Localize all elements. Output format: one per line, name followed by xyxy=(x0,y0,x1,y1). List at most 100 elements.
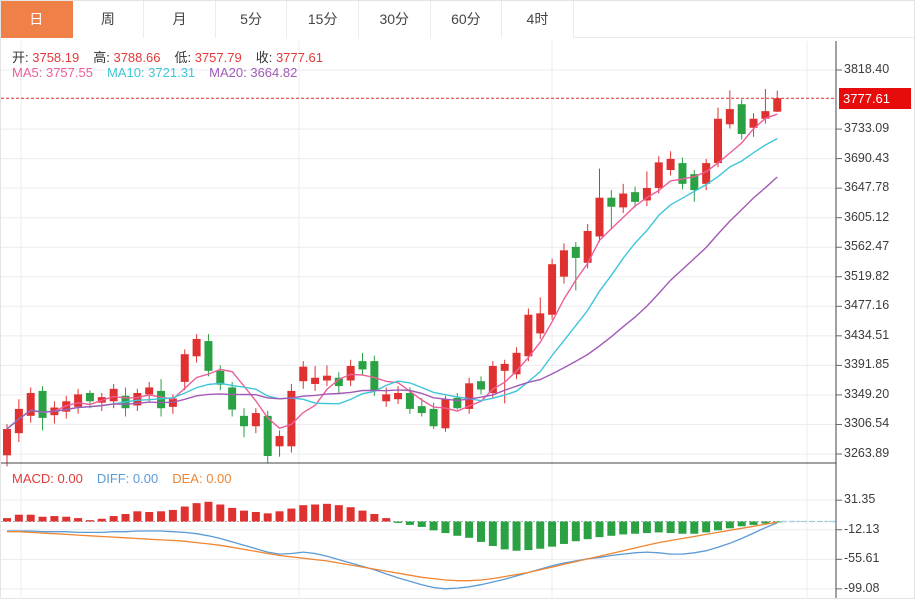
chart-canvas[interactable] xyxy=(1,38,915,599)
macd-bar xyxy=(145,512,153,522)
macd-bar xyxy=(204,502,212,522)
candle xyxy=(74,389,82,414)
macd-bar xyxy=(584,522,592,540)
candle xyxy=(465,378,473,414)
readout-item: DEA: 0.00 xyxy=(172,471,231,486)
macd-bar xyxy=(276,511,284,521)
tab-4时[interactable]: 4时 xyxy=(502,1,574,38)
macd-bar xyxy=(441,522,449,534)
macd-bar xyxy=(110,516,118,521)
macd-bar xyxy=(678,522,686,534)
macd-bar xyxy=(524,522,532,551)
candle xyxy=(323,365,331,386)
macd-bar xyxy=(252,512,260,522)
macd-bar xyxy=(596,522,604,538)
macd-bar xyxy=(501,522,509,550)
macd-bar xyxy=(548,522,556,547)
readout-item: MA20: 3664.82 xyxy=(209,65,297,80)
candle xyxy=(252,408,260,433)
macd-bar xyxy=(453,522,461,536)
timeframe-tabbar: 日周月5分15分30分60分4时 xyxy=(1,1,914,38)
macd-bar xyxy=(513,522,521,551)
macd-bar xyxy=(133,511,141,521)
price-axis-label: 3263.89 xyxy=(844,446,889,460)
macd-axis-label: -55.61 xyxy=(844,551,879,565)
macd-bar xyxy=(240,511,248,522)
price-axis-label: 3562.47 xyxy=(844,239,889,253)
candle xyxy=(441,396,449,432)
macd-bar xyxy=(359,511,367,522)
candle xyxy=(181,349,189,390)
macd-bar xyxy=(489,522,497,546)
last-price-badge: 3777.61 xyxy=(839,88,911,109)
candle xyxy=(726,90,734,128)
price-axis-label: 3519.82 xyxy=(844,269,889,283)
macd-bar xyxy=(347,507,355,521)
macd-bar xyxy=(643,522,651,534)
candle xyxy=(738,99,746,139)
macd-bar xyxy=(406,522,414,525)
tab-5分[interactable]: 5分 xyxy=(216,1,288,38)
readout-item: 高: 3788.66 xyxy=(93,50,160,65)
candle xyxy=(228,382,236,417)
macd-bar xyxy=(50,516,58,521)
macd-bar xyxy=(702,522,710,533)
macd-bar xyxy=(465,522,473,538)
macd-bar xyxy=(430,522,438,531)
macd-bar xyxy=(631,522,639,534)
macd-bar xyxy=(15,515,23,522)
readout-item: MACD: 0.00 xyxy=(12,471,83,486)
macd-bar xyxy=(655,522,663,533)
candle xyxy=(560,243,568,283)
macd-bar xyxy=(418,522,426,527)
price-axis-label: 3349.20 xyxy=(844,387,889,401)
readout-item: 低: 3757.79 xyxy=(174,50,241,65)
candle xyxy=(714,108,722,168)
macd-bar xyxy=(216,505,224,522)
chart-plot-area[interactable]: 开: 3758.19高: 3788.66低: 3757.79收: 3777.61… xyxy=(1,38,915,599)
price-axis-label: 3306.54 xyxy=(844,416,889,430)
macd-axis-label: 31.35 xyxy=(844,492,875,506)
diff-line xyxy=(7,523,777,589)
macd-bar xyxy=(181,507,189,522)
ma-readout: MA5: 3757.55 MA10: 3721.31 MA20: 3664.82 xyxy=(12,65,311,80)
candles xyxy=(3,89,781,466)
macd-bar xyxy=(370,514,378,521)
macd-axis-label: -99.08 xyxy=(844,581,879,595)
macd-bar xyxy=(86,520,94,521)
candle xyxy=(276,430,284,456)
kline-chart-widget: 日周月5分15分30分60分4时 开: 3758.19高: 3788.66低: … xyxy=(0,0,915,599)
candle xyxy=(678,158,686,190)
tab-15分[interactable]: 15分 xyxy=(287,1,359,38)
macd-bar xyxy=(394,522,402,523)
price-axis-label: 3605.12 xyxy=(844,210,889,224)
candle xyxy=(3,424,11,466)
tab-月[interactable]: 月 xyxy=(144,1,216,38)
tab-30分[interactable]: 30分 xyxy=(359,1,431,38)
ma20-line xyxy=(7,177,777,429)
macd-bar xyxy=(607,522,615,536)
macd-bar xyxy=(714,522,722,531)
readout-item: MA10: 3721.31 xyxy=(107,65,195,80)
candle xyxy=(667,151,675,175)
macd-bar xyxy=(572,522,580,542)
tab-日[interactable]: 日 xyxy=(1,1,73,38)
candle xyxy=(572,242,580,290)
candle xyxy=(311,366,319,391)
candle xyxy=(548,259,556,320)
macd-bar xyxy=(690,522,698,534)
macd-axis-label: -12.13 xyxy=(844,522,879,536)
macd-bar xyxy=(169,510,177,522)
macd-bar xyxy=(619,522,627,535)
axis-ticks xyxy=(836,70,842,589)
macd-bar xyxy=(477,522,485,542)
price-axis-label: 3477.16 xyxy=(844,298,889,312)
price-axis-label: 3434.51 xyxy=(844,328,889,342)
macd-bar xyxy=(750,522,758,525)
macd-histogram xyxy=(3,502,781,551)
tab-周[interactable]: 周 xyxy=(73,1,145,38)
readout-item: MA5: 3757.55 xyxy=(12,65,93,80)
tab-60分[interactable]: 60分 xyxy=(431,1,503,38)
candle xyxy=(359,353,367,375)
macd-bar xyxy=(299,505,307,521)
